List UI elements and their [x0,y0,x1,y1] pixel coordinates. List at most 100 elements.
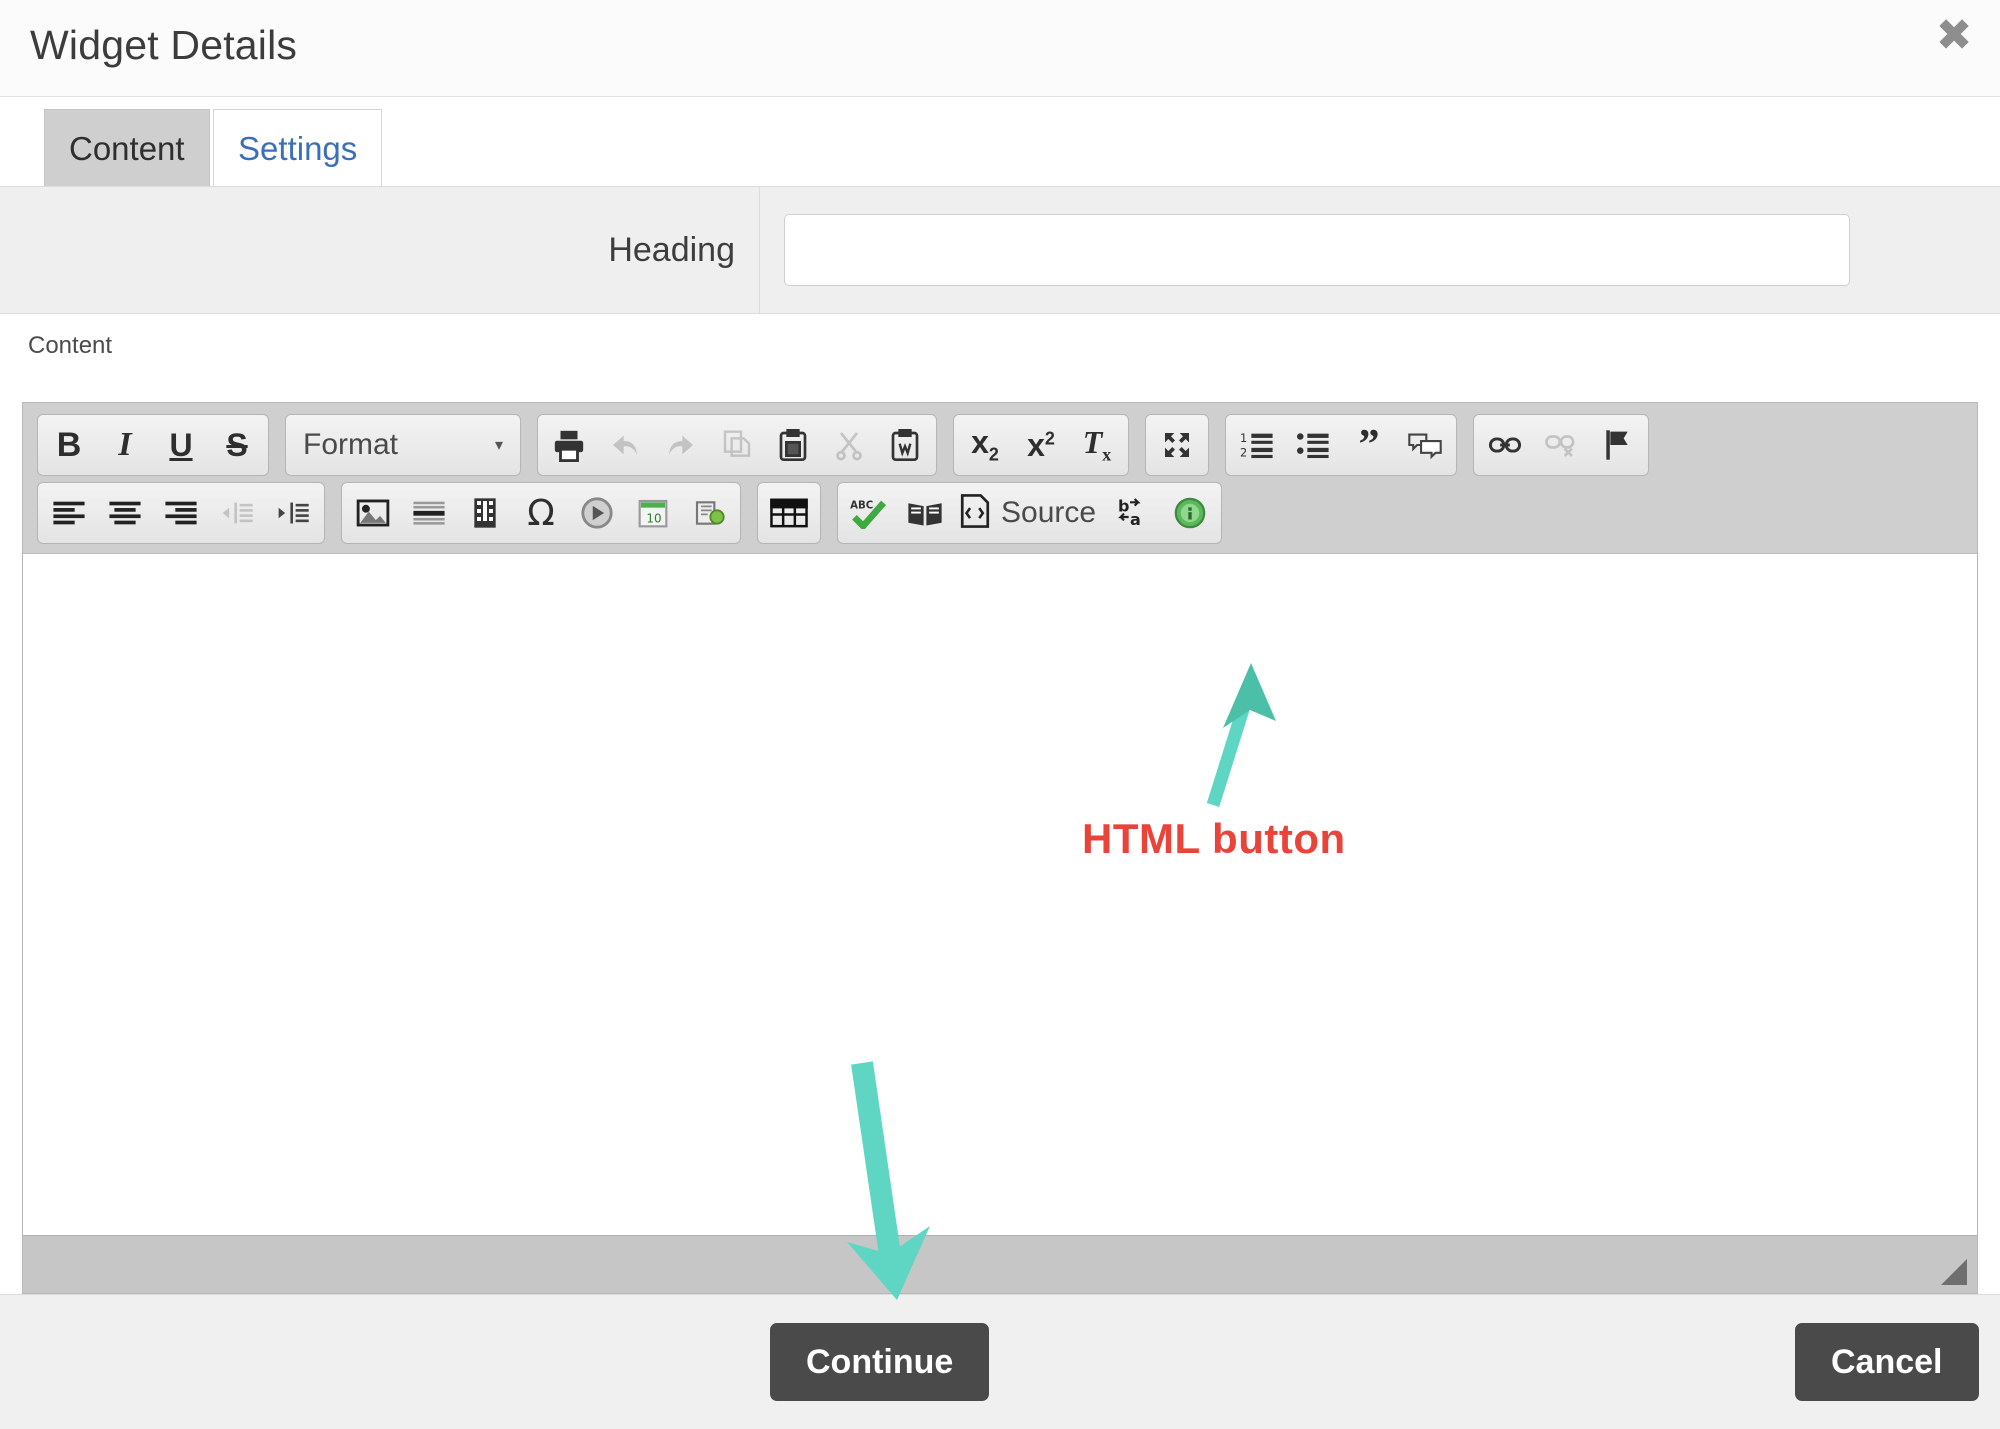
cut-button[interactable] [821,418,877,472]
spell-check-button[interactable]: ABC [841,486,897,540]
scissors-icon [833,429,865,461]
open-book-icon [907,498,943,528]
undo-arrow-icon [607,429,643,461]
bold-button[interactable]: B [41,418,97,472]
insert-image-button[interactable] [345,486,401,540]
subscript-button[interactable]: x2 [957,418,1013,472]
resize-grip-icon[interactable] [1941,1259,1967,1285]
create-div-button[interactable] [1397,418,1453,472]
align-left-button[interactable] [41,486,97,540]
maximize-button[interactable] [1149,418,1205,472]
insert-table-button[interactable] [761,486,817,540]
toolbar-group-clipboard [537,414,937,476]
copy-button[interactable] [709,418,765,472]
blockquote-button[interactable]: ” [1341,418,1397,472]
svg-text:ABC: ABC [850,501,873,512]
bulleted-list-button[interactable] [1285,418,1341,472]
editor-footer [23,1235,1977,1293]
special-character-button[interactable]: Ω [513,486,569,540]
superscript-icon: x2 [1027,426,1055,463]
toolbar-group-script: x2 x2 Tx [953,414,1129,476]
redo-arrow-icon [663,429,699,461]
bulleted-list-icon [1296,430,1330,460]
dialog-footer: Continue Cancel [0,1294,2000,1429]
underline-button[interactable]: U [153,418,209,472]
heading-input-cell [760,214,2000,286]
paste-clipboard-icon [777,428,809,462]
outdent-button[interactable] [209,486,265,540]
content-field-label: Content [28,332,113,359]
templates-icon [692,497,726,529]
heading-field-row: Heading [0,187,2000,314]
italic-icon: I [118,426,132,463]
horizontal-rule-icon [412,499,446,527]
heading-input[interactable] [784,214,1850,286]
editor-body[interactable] [23,554,1977,1235]
tab-content[interactable]: Content [44,109,210,186]
remove-format-icon: Tx [1082,424,1112,465]
align-center-button[interactable] [97,486,153,540]
toolbar-group-lists: 12 ” [1225,414,1457,476]
toolbar-group-alignment [37,482,325,544]
indent-icon [276,500,310,526]
printer-icon [552,428,586,462]
paste-from-word-button[interactable] [877,418,933,472]
cancel-button[interactable]: Cancel [1795,1323,1979,1401]
tab-settings[interactable]: Settings [213,109,383,186]
heading-label-cell: Heading [0,187,760,313]
spellcheck-abc-icon: ABC [850,497,888,529]
print-button[interactable] [541,418,597,472]
dialog-header: Widget Details ✖ [0,0,2000,97]
redo-button[interactable] [653,418,709,472]
heading-label: Heading [608,230,735,269]
about-button[interactable] [1162,486,1218,540]
continue-button[interactable]: Continue [770,1323,990,1401]
paste-word-icon [889,428,921,462]
chain-link-icon [1488,432,1522,458]
info-circle-icon [1173,496,1207,530]
source-button[interactable]: Source [953,486,1106,540]
quote-icon: ” [1358,422,1380,468]
page-break-button[interactable] [569,486,625,540]
insert-date-button[interactable]: 10 [625,486,681,540]
format-dropdown-label: Format [303,428,399,461]
svg-text:b: b [1118,497,1129,516]
svg-text:10: 10 [646,511,661,525]
maximize-icon [1161,429,1193,461]
dictionary-button[interactable] [897,486,953,540]
insert-template-button[interactable] [681,486,737,540]
link-button[interactable] [1477,418,1533,472]
film-strip-icon [471,497,499,529]
copy-icon [721,429,753,461]
format-dropdown[interactable]: Format ▾ [289,418,517,472]
svg-text:a: a [1130,510,1141,529]
align-left-icon [52,500,86,526]
align-right-button[interactable] [153,486,209,540]
toolbar-group-maximize [1145,414,1209,476]
undo-button[interactable] [597,418,653,472]
rich-text-editor: B I U S Format ▾ x2 x2 Tx 1 2 ” Ω 10 ABC… [22,402,1978,1294]
text-direction-button[interactable]: ba [1106,486,1162,540]
italic-button[interactable]: I [97,418,153,472]
table-grid-icon [770,498,808,528]
superscript-button[interactable]: x2 [1013,418,1069,472]
strikethrough-button[interactable]: S [209,418,265,472]
content-field-label-wrap: Content [0,314,2000,384]
align-center-icon [108,500,142,526]
indent-button[interactable] [265,486,321,540]
close-icon[interactable]: ✖ [1930,14,1978,62]
paste-button[interactable] [765,418,821,472]
align-right-icon [164,500,198,526]
svg-text:2: 2 [1240,445,1247,459]
editor-toolbar: B I U S Format ▾ x2 x2 Tx 1 2 ” Ω 10 ABC… [23,403,1977,554]
unlink-button[interactable] [1533,418,1589,472]
omega-icon: Ω [527,492,555,534]
remove-format-button[interactable]: Tx [1069,418,1125,472]
insert-flash-button[interactable] [457,486,513,540]
toolbar-group-table [757,482,821,544]
numbered-list-button[interactable]: 12 [1229,418,1285,472]
underline-icon: U [169,426,193,463]
horizontal-rule-button[interactable] [401,486,457,540]
anchor-button[interactable] [1589,418,1645,472]
speech-bubbles-icon [1408,430,1442,460]
